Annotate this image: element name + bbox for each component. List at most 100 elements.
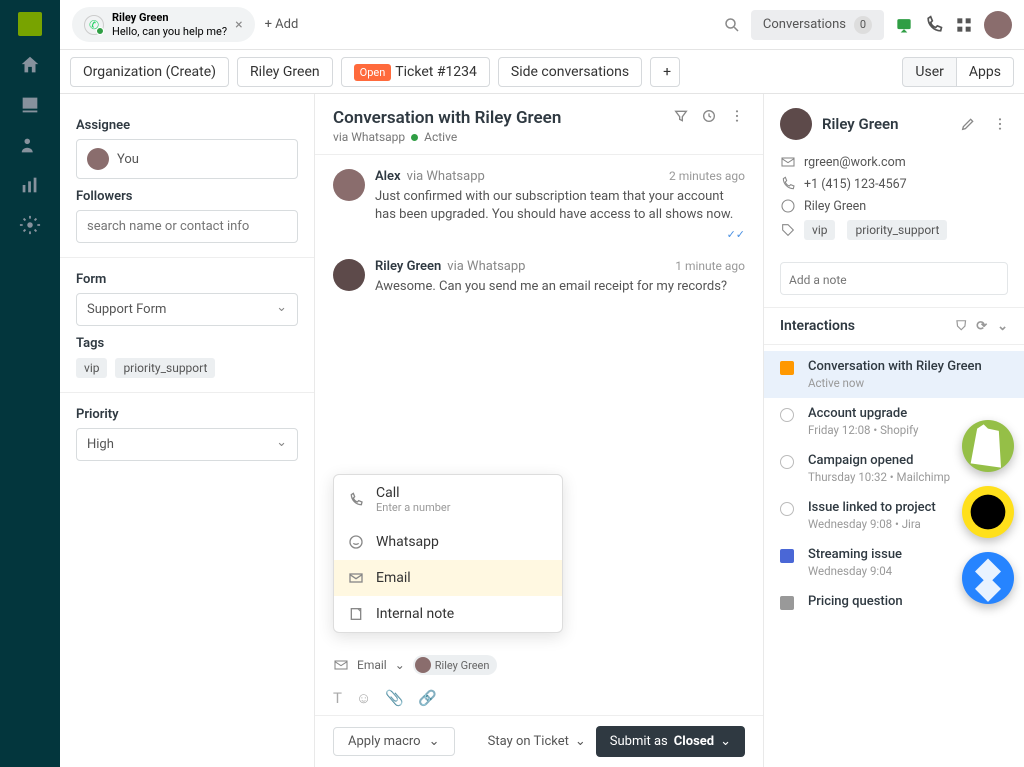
- priority-label: Priority: [76, 407, 298, 422]
- home-icon[interactable]: [19, 54, 41, 76]
- apps-grid-icon[interactable]: [954, 15, 974, 35]
- open-badge: Open: [354, 64, 392, 81]
- customer-email[interactable]: rgreen@work.com: [804, 155, 906, 170]
- tab-apps[interactable]: Apps: [957, 57, 1014, 87]
- shopify-fab[interactable]: [962, 420, 1014, 472]
- add-context-tab[interactable]: +: [650, 57, 680, 87]
- filter-icon[interactable]: ⛉: [956, 319, 966, 334]
- message-avatar: [333, 169, 365, 201]
- message-item: Alex via Whatsapp 2 minutes ago Just con…: [333, 169, 745, 241]
- message-item: Riley Green via Whatsapp 1 minute ago Aw…: [333, 259, 745, 296]
- customer-avatar: [780, 108, 812, 140]
- apply-macro-button[interactable]: Apply macro⌄: [333, 727, 455, 756]
- priority-select[interactable]: High: [76, 428, 298, 461]
- active-ticket-tab[interactable]: ✆ Riley Green Hello, can you help me? ×: [72, 7, 255, 41]
- edit-icon[interactable]: [960, 116, 976, 132]
- tab-customer[interactable]: Riley Green: [237, 57, 333, 87]
- assignee-field[interactable]: You: [76, 139, 298, 179]
- assignee-avatar: [87, 148, 109, 170]
- chevron-down-icon[interactable]: ⌄: [395, 658, 405, 672]
- stay-on-ticket-button[interactable]: Stay on Ticket⌄: [488, 734, 586, 749]
- tags-label: Tags: [76, 336, 298, 351]
- reports-icon[interactable]: [19, 174, 41, 196]
- phone-icon[interactable]: [924, 15, 944, 35]
- chevron-down-icon[interactable]: ⌄: [997, 319, 1008, 334]
- tag-chip[interactable]: priority_support: [115, 358, 215, 378]
- editor-toolbar: T ☺ 📎 🔗: [315, 681, 763, 715]
- tag-chip[interactable]: priority_support: [847, 220, 947, 240]
- tab-side-conversations[interactable]: Side conversations: [498, 57, 642, 87]
- submit-button[interactable]: Submit as Closed ⌄: [596, 726, 745, 757]
- recipient-chip[interactable]: Riley Green: [413, 655, 498, 675]
- search-icon[interactable]: [723, 16, 741, 34]
- tag-chip[interactable]: vip: [804, 220, 835, 240]
- conversation-status: Active: [424, 130, 457, 144]
- mailchimp-fab[interactable]: [962, 486, 1014, 538]
- close-icon[interactable]: ×: [235, 17, 242, 33]
- status-dot-icon: [411, 134, 418, 141]
- text-format-icon[interactable]: T: [333, 689, 342, 707]
- channel-option-note[interactable]: Internal note: [334, 596, 562, 632]
- app-logo: [18, 12, 42, 36]
- user-avatar[interactable]: [984, 11, 1012, 39]
- tab-ticket[interactable]: OpenTicket #1234: [341, 57, 490, 87]
- attachment-icon[interactable]: 📎: [385, 689, 404, 707]
- floating-app-launchers: [962, 420, 1014, 604]
- chevron-down-icon: ⌄: [429, 734, 440, 749]
- settings-icon[interactable]: [19, 214, 41, 236]
- followers-search[interactable]: [87, 219, 287, 234]
- emoji-icon[interactable]: ☺: [356, 689, 371, 707]
- jira-fab[interactable]: [962, 552, 1014, 604]
- conversation-via: via Whatsapp: [333, 130, 405, 144]
- conversations-count: 0: [854, 16, 872, 34]
- customers-icon[interactable]: [19, 134, 41, 156]
- context-tabs: Organization (Create) Riley Green OpenTi…: [60, 50, 1024, 94]
- tab-title: Riley Green: [112, 11, 227, 24]
- tag-chip[interactable]: vip: [76, 358, 107, 378]
- whatsapp-icon: [348, 534, 364, 550]
- inbox-icon[interactable]: [19, 94, 41, 116]
- recipient-avatar: [415, 657, 431, 673]
- more-icon[interactable]: [729, 108, 745, 124]
- tags-field[interactable]: vip priority_support: [76, 357, 298, 378]
- interactions-heading: Interactions: [780, 318, 855, 334]
- link-icon[interactable]: 🔗: [418, 689, 437, 707]
- whatsapp-icon: [780, 198, 796, 214]
- conversations-chip[interactable]: Conversations 0: [751, 10, 884, 40]
- message-avatar: [333, 259, 365, 291]
- channel-option-whatsapp[interactable]: Whatsapp: [334, 524, 562, 560]
- refresh-icon[interactable]: ⟳: [976, 319, 987, 334]
- chat-status-icon[interactable]: [894, 15, 914, 35]
- chevron-down-icon: ⌄: [720, 734, 731, 749]
- ticket-footer: Apply macro⌄ Stay on Ticket⌄ Submit as C…: [315, 715, 763, 767]
- conversations-label: Conversations: [763, 17, 846, 32]
- topbar: ✆ Riley Green Hello, can you help me? × …: [60, 0, 1024, 50]
- customer-phone[interactable]: +1 (415) 123-4567: [804, 177, 907, 192]
- email-icon: [780, 154, 796, 170]
- call-icon: [348, 492, 364, 508]
- more-icon[interactable]: [992, 116, 1008, 132]
- add-tab-button[interactable]: + Add: [265, 17, 299, 32]
- compose-channel[interactable]: Email: [357, 658, 387, 672]
- history-icon[interactable]: [701, 108, 717, 124]
- conversation-panel: Conversation with Riley Green via Whatsa…: [315, 94, 764, 767]
- filter-icon[interactable]: [673, 108, 689, 124]
- tab-user[interactable]: User: [902, 57, 956, 87]
- channel-option-call[interactable]: CallEnter a number: [334, 475, 562, 524]
- read-receipt-icon: ✓✓: [727, 228, 745, 241]
- tab-organization[interactable]: Organization (Create): [70, 57, 229, 87]
- tag-icon: [780, 222, 796, 238]
- chevron-down-icon: ⌄: [575, 734, 586, 749]
- email-icon: [348, 570, 364, 586]
- tab-preview: Hello, can you help me?: [112, 25, 227, 38]
- customer-whatsapp[interactable]: Riley Green: [804, 199, 866, 214]
- timeline-item[interactable]: Conversation with Riley GreenActive now: [764, 351, 1024, 398]
- conversation-title: Conversation with Riley Green: [333, 108, 561, 128]
- followers-input[interactable]: [76, 210, 298, 243]
- channel-option-email[interactable]: Email: [334, 560, 562, 596]
- add-note-field[interactable]: [780, 262, 1008, 295]
- ticket-properties-panel: Assignee You Followers Form Support Form…: [60, 94, 315, 767]
- compose-bar: Email ⌄ Riley Green: [315, 649, 763, 681]
- nav-rail: [0, 0, 60, 767]
- form-select[interactable]: Support Form: [76, 293, 298, 326]
